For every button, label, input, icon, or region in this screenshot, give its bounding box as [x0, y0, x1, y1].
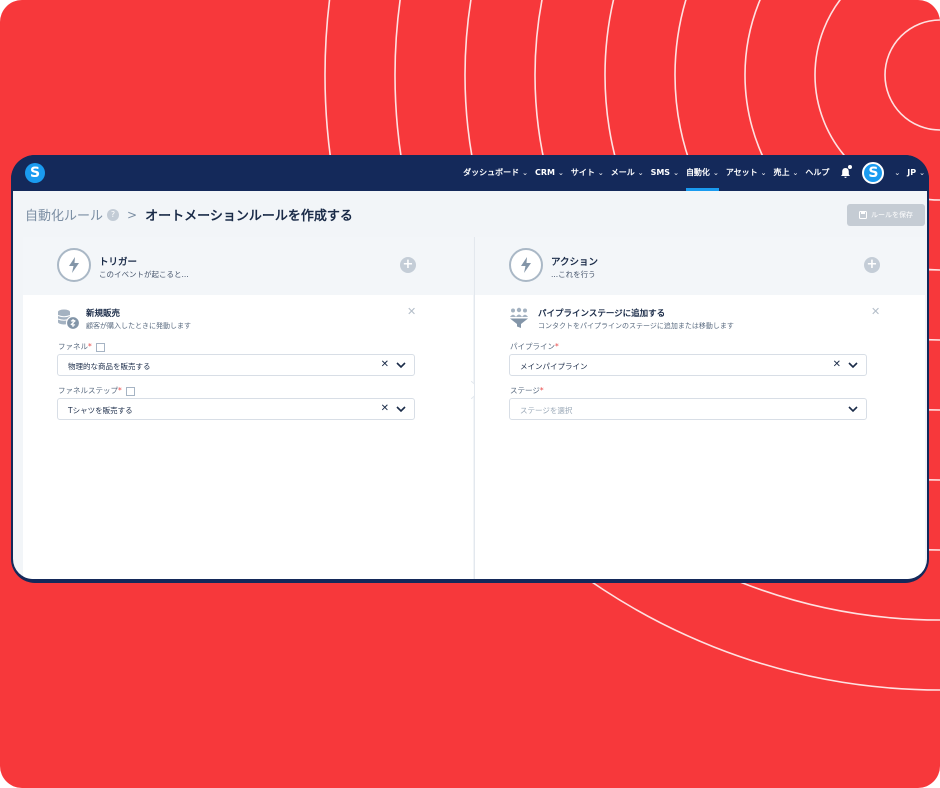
chevron-down-icon: ⌄ — [919, 169, 925, 177]
action-header: アクション ...これを行う + — [475, 237, 925, 295]
required-mark: * — [88, 342, 92, 351]
chevron-down-icon: ⌄ — [522, 169, 528, 177]
sale-block-title: 新規販売 — [86, 309, 121, 319]
chevron-down-icon[interactable] — [848, 405, 858, 413]
pipeline-select-value: メインパイプライン — [520, 362, 588, 371]
nav-label: ダッシュボード — [463, 168, 520, 177]
coins-dollar-icon — [56, 307, 81, 335]
avatar-menu-chevron[interactable]: ⌄ — [891, 155, 900, 191]
stage-field-label: ステージ* — [510, 385, 544, 396]
clear-icon[interactable]: ✕ — [381, 403, 389, 414]
field-label-text: ステージ — [510, 386, 540, 395]
nav-label: ヘルプ — [805, 168, 830, 177]
nav-label: メール — [610, 168, 635, 177]
app-window: S ダッシュボード ⌄ CRM ⌄ サイト ⌄ メール ⌄ SMS ⌄ 自動化 ⌄ アセット… — [11, 155, 929, 583]
add-action-button[interactable]: + — [864, 257, 880, 273]
funnel-step-field-label: ファネルステップ* — [58, 385, 135, 396]
chevron-down-icon: ⌄ — [597, 169, 604, 177]
lightning-bolt-icon — [509, 248, 543, 282]
top-navbar: S ダッシュボード ⌄ CRM ⌄ サイト ⌄ メール ⌄ SMS ⌄ 自動化 ⌄ アセット… — [11, 155, 929, 191]
funnel-step-select[interactable]: Tシャツを販売する ✕ — [57, 398, 415, 420]
add-trigger-button[interactable]: + — [400, 257, 416, 273]
action-title: アクション — [551, 257, 599, 268]
nav-item-dashboard[interactable]: ダッシュボード ⌄ — [463, 155, 528, 191]
field-label-text: パイプライン — [510, 342, 555, 351]
pipeline-block-title: パイプラインステージに追加する — [538, 309, 666, 319]
nav-label: 売上 — [773, 168, 790, 177]
field-label-text: ファネルステップ — [58, 386, 118, 395]
nav-label: CRM — [534, 168, 555, 177]
pipeline-field-label: パイプライン* — [510, 341, 559, 352]
nav-item-sales[interactable]: 売上 ⌄ — [774, 155, 799, 191]
page-title: オートメーションルールを作成する — [145, 209, 353, 224]
page-content: 自動化ルール ? > オートメーションルールを作成する ルールを保存 トリガー … — [13, 191, 927, 579]
nav-item-crm[interactable]: CRM ⌄ — [535, 155, 564, 191]
nav-item-automation[interactable]: 自動化 ⌄ — [685, 155, 719, 191]
main-nav: ダッシュボード ⌄ CRM ⌄ サイト ⌄ メール ⌄ SMS ⌄ 自動化 ⌄ アセット ⌄ … — [456, 155, 925, 191]
breadcrumb-parent-link[interactable]: 自動化ルール — [25, 205, 103, 224]
trigger-subtitle: このイベントが起こると... — [99, 270, 189, 279]
sale-block-subtitle: 顧客が購入したときに発動します — [86, 322, 191, 330]
chevron-down-icon[interactable] — [396, 361, 406, 369]
breadcrumb-separator: > — [127, 207, 138, 222]
nav-label: 自動化 — [685, 168, 710, 177]
funnel-step-select-value: Tシャツを販売する — [68, 406, 133, 415]
stage-select[interactable]: ステージを選択 — [509, 398, 867, 420]
language-label: JP — [907, 168, 917, 177]
remove-action-close-icon[interactable]: ✕ — [871, 305, 880, 318]
info-icon[interactable]: ? — [107, 208, 120, 221]
avatar[interactable]: S — [862, 162, 885, 184]
nav-label: アセット — [725, 168, 758, 177]
nav-item-assets[interactable]: アセット ⌄ — [726, 155, 767, 191]
chevron-down-icon[interactable] — [396, 405, 406, 413]
chevron-down-icon: ⌄ — [557, 169, 564, 177]
required-mark: * — [539, 386, 544, 395]
bell-icon[interactable] — [838, 155, 853, 191]
required-mark: * — [118, 386, 122, 395]
trigger-header: トリガー このイベントが起こると... + — [23, 237, 473, 295]
clear-icon[interactable]: ✕ — [833, 359, 841, 370]
save-rule-label: ルールを保存 — [871, 211, 913, 219]
chevron-down-icon: ⌄ — [712, 169, 719, 177]
nav-label: サイト — [570, 168, 595, 177]
action-panel: アクション ...これを行う + パイプラインステージに追加する コンタクトをパ… — [474, 237, 925, 579]
chevron-down-icon: ⌄ — [673, 169, 679, 177]
action-subtitle: ...これを行う — [551, 270, 596, 279]
lightning-bolt-icon — [57, 248, 91, 282]
pipeline-select[interactable]: メインパイプライン ✕ — [509, 354, 867, 376]
funnel-select[interactable]: 物理的な商品を販売する ✕ — [57, 354, 415, 376]
funnel-select-value: 物理的な商品を販売する — [68, 362, 151, 371]
required-mark: * — [555, 342, 559, 351]
people-funnel-icon — [508, 307, 530, 333]
field-label-text: ファネル — [58, 342, 88, 351]
language-switcher[interactable]: JP ⌄ — [907, 155, 925, 191]
remove-trigger-close-icon[interactable]: ✕ — [407, 305, 416, 318]
nav-item-help[interactable]: ヘルプ — [805, 155, 829, 191]
chevron-down-icon: ⌄ — [894, 169, 901, 177]
floppy-disk-icon — [859, 211, 867, 219]
nav-item-sms[interactable]: SMS ⌄ — [651, 155, 679, 191]
trigger-panel: トリガー このイベントが起こると... + 新規販売 顧客が購入したときに発動し… — [23, 237, 473, 579]
nav-label: SMS — [650, 168, 671, 177]
clear-icon[interactable]: ✕ — [381, 359, 389, 370]
notification-dot — [848, 165, 853, 169]
chevron-down-icon: ⌄ — [792, 169, 799, 177]
app-logo[interactable]: S — [25, 163, 45, 183]
chevron-down-icon: ⌄ — [760, 169, 767, 177]
breadcrumb: 自動化ルール ? > オートメーションルールを作成する — [25, 205, 353, 225]
external-link-icon[interactable] — [125, 386, 135, 396]
chevron-down-icon[interactable] — [848, 361, 858, 369]
app-background: S ダッシュボード ⌄ CRM ⌄ サイト ⌄ メール ⌄ SMS ⌄ 自動化 ⌄ アセット… — [0, 0, 940, 788]
save-rule-button[interactable]: ルールを保存 — [847, 204, 925, 226]
nav-item-sites[interactable]: サイト ⌄ — [571, 155, 604, 191]
funnel-field-label: ファネル* — [58, 341, 105, 352]
nav-item-email[interactable]: メール ⌄ — [611, 155, 644, 191]
trigger-title: トリガー — [99, 257, 138, 268]
stage-select-placeholder: ステージを選択 — [520, 406, 573, 415]
external-link-icon[interactable] — [95, 342, 105, 352]
pipeline-block-subtitle: コンタクトをパイプラインのステージに追加または移動します — [538, 322, 734, 330]
chevron-down-icon: ⌄ — [637, 169, 644, 177]
